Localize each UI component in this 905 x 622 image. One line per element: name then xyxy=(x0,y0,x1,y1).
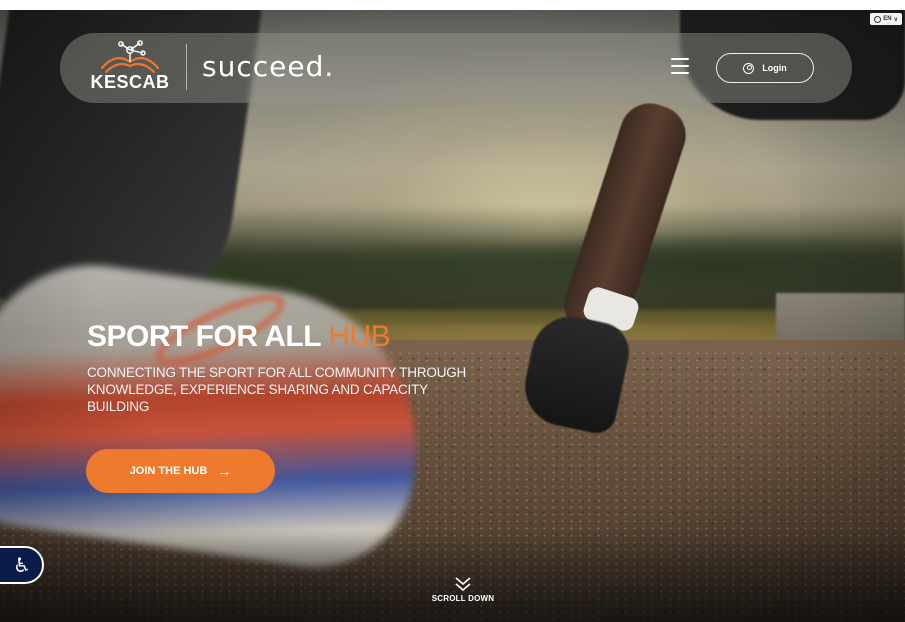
accessibility-button[interactable]: ♿ xyxy=(0,546,44,584)
hero-title-accent: HUB xyxy=(328,320,391,353)
hero-title: SPORT FOR ALL HUB xyxy=(87,320,391,354)
kescab-logo[interactable]: KESCAB xyxy=(90,38,170,94)
hamburger-menu-icon[interactable] xyxy=(668,55,692,77)
chevron-double-down-icon xyxy=(455,577,471,592)
hero-subtitle: CONNECTING THE SPORT FOR ALL COMMUNITY T… xyxy=(87,365,467,414)
login-label: Login xyxy=(762,63,787,73)
join-the-hub-button[interactable]: JOIN THE HUB → xyxy=(86,449,275,493)
arrow-right-icon: → xyxy=(217,463,232,479)
kescab-emblem-icon xyxy=(100,40,160,74)
accessibility-icon: ♿ xyxy=(13,553,31,577)
succeed-logo[interactable]: succeed. xyxy=(202,52,342,82)
kescab-logo-text: KESCAB xyxy=(90,72,170,92)
scroll-down-button[interactable]: SCROLL DOWN xyxy=(420,576,506,603)
globe-icon xyxy=(874,15,882,23)
logo-divider xyxy=(186,44,187,90)
language-selector[interactable]: EN ∨ xyxy=(870,13,902,25)
language-label: EN xyxy=(883,16,892,22)
hero-title-main: SPORT FOR ALL xyxy=(87,320,321,353)
join-button-label: JOIN THE HUB xyxy=(129,465,208,477)
scroll-down-label: SCROLL DOWN xyxy=(431,594,495,603)
user-circle-icon xyxy=(743,62,755,74)
login-button[interactable]: Login xyxy=(716,53,814,83)
chevron-down-icon: ∨ xyxy=(893,16,898,23)
